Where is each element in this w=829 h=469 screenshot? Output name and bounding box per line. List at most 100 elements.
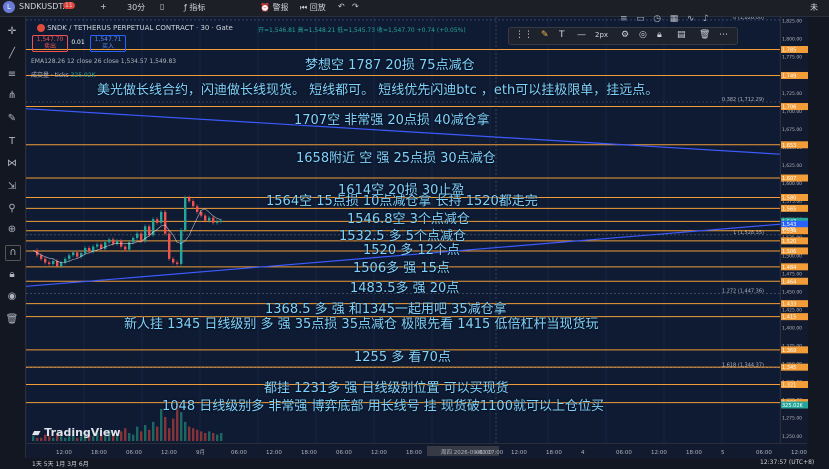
candle	[204, 215, 207, 221]
clock-icon[interactable]: ◷	[653, 14, 661, 24]
pattern-icon[interactable]: ⋈	[5, 157, 19, 171]
buy-button[interactable]: 1,547.71 买入	[90, 35, 126, 52]
price-axis-svg: 1,825.001,800.001,775.001,750.001,725.00…	[781, 19, 808, 440]
redo-icon[interactable]: ↷	[352, 2, 359, 11]
annotation-text[interactable]: 新人挂 1345 日线级别 多 强 35点损 35点减仓 极限先看 1415 低…	[124, 313, 598, 332]
price-label: 1,345	[782, 365, 796, 371]
time-tick: 12:00	[791, 450, 807, 456]
candle	[60, 262, 63, 267]
annotation-text[interactable]: 1048 日线级别多 非常强 博弈底部 用长线号 挂 现货破1100就可以上仓位…	[162, 395, 604, 414]
undo-icon[interactable]: ↶	[338, 2, 345, 11]
annotation-text[interactable]: 1255 多 看70点	[354, 346, 451, 365]
ruler-icon[interactable]: ⇲	[5, 180, 19, 194]
time-tick: 18:00	[91, 450, 107, 456]
time-tick: 周四 2026-09-03 17:00	[441, 449, 504, 456]
annotation-text[interactable]: 1520 多 12个点	[363, 239, 460, 258]
time-axis[interactable]: 12:00 18:00 06:00 12:00 9月 06:00 12:00 18:00 06:…	[26, 443, 807, 459]
candle	[44, 258, 47, 263]
annotation-text[interactable]: 1483.5多 强 20点	[350, 277, 459, 296]
price-axis[interactable]: 1,825.001,800.001,775.001,750.001,725.00…	[780, 17, 808, 443]
line-style-icon[interactable]: —	[577, 30, 586, 40]
chart-type-icon[interactable]: ▯	[160, 2, 164, 11]
candle	[216, 221, 219, 223]
annotation-text[interactable]: 1707空 非常强 20点损 40减仓拿	[294, 109, 490, 128]
candle	[208, 217, 211, 221]
time-tick: 12:00	[56, 450, 72, 456]
price-label: 1,653	[782, 143, 796, 149]
template-icon[interactable]: ▤	[677, 30, 686, 40]
settings-icon[interactable]: ⚙	[621, 30, 629, 40]
delete-icon[interactable]: 🗑︎	[5, 313, 19, 327]
volume-bar	[172, 418, 175, 441]
lock-icon[interactable]: 🔒︎	[5, 268, 19, 282]
fib-level-label: 0 (1,826.00)	[733, 17, 764, 21]
annotation-text[interactable]: 1506多 强 15点	[353, 257, 450, 276]
text-color-icon[interactable]: T	[559, 30, 565, 40]
clock-label[interactable]: 12:37:57 (UTC+8)	[760, 459, 814, 466]
annotation-text[interactable]: 梦想空 1787 20损 75点减仓	[305, 54, 475, 73]
avatar[interactable]: L	[3, 1, 15, 13]
volume-bar	[184, 421, 187, 441]
brush-icon[interactable]: ✎	[5, 112, 19, 126]
text-icon[interactable]: T	[5, 135, 19, 149]
tradingview-watermark: ▰ TradingView	[32, 426, 121, 439]
horizontal-lines-icon[interactable]: ≡	[5, 68, 19, 82]
indicators-label: 指标	[189, 3, 206, 12]
pencil-color-icon[interactable]: ✎	[541, 30, 549, 40]
time-tick: 12:00	[651, 450, 667, 456]
line-width-label[interactable]: 2px	[595, 31, 608, 39]
range-buttons[interactable]: 1天 5天 1月 3月 6月	[32, 459, 89, 468]
annotation-text[interactable]: 1564空 15点损 10点减仓拿 长持 1520都走完	[266, 190, 538, 209]
interval-button[interactable]: 30分	[127, 2, 145, 13]
magnet-icon[interactable]: ∩	[5, 245, 21, 261]
visibility-icon[interactable]: ◎	[639, 30, 647, 40]
drag-handle-icon[interactable]: ⋮⋮	[515, 30, 533, 40]
annotation-text[interactable]: 1658附近 空 强 25点损 30点减仓	[296, 147, 496, 166]
candle	[76, 252, 79, 257]
alert-button[interactable]: ⏰ 警报	[260, 2, 289, 13]
candle	[88, 248, 91, 252]
pitchfork-icon[interactable]: ⋔	[5, 89, 19, 103]
fullscreen-icon[interactable]: 未	[810, 2, 818, 13]
bell-icon[interactable]: ♪	[703, 14, 709, 24]
buy-price: 1,547.71	[94, 36, 122, 43]
pulse-icon[interactable]: ∿	[687, 14, 695, 24]
price-tick: 1,825.00	[782, 19, 802, 25]
ohlc-text: 开=1,546.81 高=1,548.21 低=1,545.73 收=1,547…	[258, 27, 466, 34]
annotation-text[interactable]: 都挂 1231多 强 日线级别位置 可以买现货	[264, 377, 509, 396]
eye-icon[interactable]: ◉	[5, 290, 19, 304]
candle	[176, 262, 179, 264]
indicators-button[interactable]: ƒ 指标	[184, 2, 205, 13]
price-label: 1,607	[782, 176, 796, 182]
price-tick: 1,475.00	[782, 271, 802, 277]
candle	[188, 197, 191, 202]
time-tick: 18:00	[546, 450, 562, 456]
crosshair-icon[interactable]: ✛	[5, 25, 19, 39]
sell-button[interactable]: 1,547.70 卖出	[32, 35, 68, 52]
volume-legend[interactable]: 成交量 · ticks 325.02K	[31, 70, 96, 79]
calendar-icon[interactable]: ▦	[670, 14, 679, 24]
symbol-tab[interactable]: SNDKUSDT.P	[19, 2, 70, 11]
list-icon[interactable]: ≡	[620, 14, 628, 24]
trendline-icon[interactable]: ╱	[5, 47, 19, 61]
candle	[192, 201, 195, 207]
replay-button[interactable]: ⏮ 回放	[300, 2, 326, 13]
more-icon[interactable]: ⋯	[719, 30, 728, 40]
ema-legend[interactable]: EMA128.26 12 close 26 close 1,534.57 1,5…	[31, 58, 176, 65]
delete-drawing-icon[interactable]: 🗑︎	[699, 30, 710, 40]
sell-price: 1,547.70	[36, 36, 64, 43]
left-drawing-toolbar: ✛ ╱ ≡ ⋔ ✎ T ⋈ ⇲ ⚲ ⊕ ∩ 🔒︎ ◉ 🗑︎	[0, 17, 26, 458]
price-label: 1,506	[782, 249, 796, 255]
zoom-icon[interactable]: ⊕	[5, 223, 19, 237]
measure-icon[interactable]: ⚲	[5, 202, 19, 216]
ema-line	[32, 208, 222, 263]
candle	[140, 233, 143, 241]
annotation-text[interactable]: 美光做长线合约，闪迪做长线现货。 短线都可。 短线优先闪迪btc ，eth可以挂…	[97, 79, 658, 98]
chat-icon[interactable]: ▭	[636, 14, 645, 24]
symbol-logo-icon	[37, 24, 45, 32]
lock-drawing-icon[interactable]: 🔒︎	[657, 30, 662, 40]
add-symbol-icon[interactable]: +	[100, 2, 107, 11]
price-label: 1,415	[782, 315, 796, 321]
time-tick: 18:00	[406, 450, 422, 456]
volume-bar	[152, 421, 155, 441]
